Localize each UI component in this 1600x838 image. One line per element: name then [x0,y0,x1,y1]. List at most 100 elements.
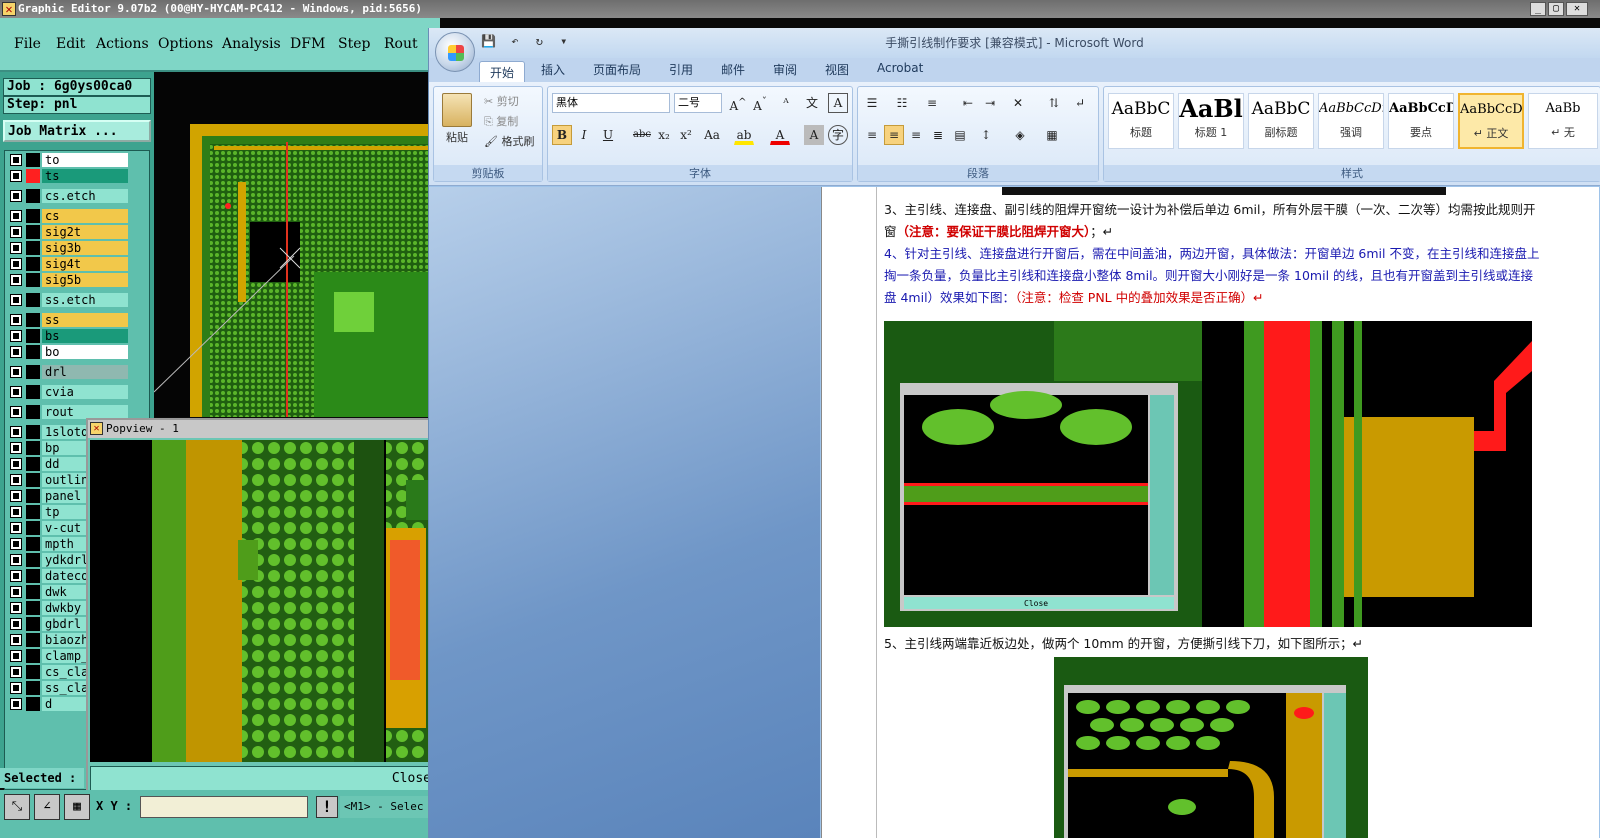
layer-checkbox[interactable] [10,634,22,646]
layer-checkbox[interactable] [10,474,22,486]
layer-checkbox[interactable] [10,190,22,202]
layer-checkbox[interactable] [10,602,22,614]
enclose-char-icon[interactable]: 字 [828,125,848,145]
layer-row-bs[interactable]: bs [8,329,128,343]
graphic-canvas[interactable] [154,72,440,417]
alert-icon[interactable]: ! [316,796,338,818]
layer-checkbox[interactable] [10,258,22,270]
layer-name[interactable]: to [42,153,128,167]
popview-close-button[interactable]: Close [90,766,438,792]
bold-icon[interactable]: B [552,125,572,145]
maximize-icon[interactable]: ▢ [1548,2,1564,16]
layer-name[interactable]: sig5b [42,273,128,287]
layer-row-ss[interactable]: ss [8,313,128,327]
popview-canvas[interactable] [90,440,438,762]
layer-name[interactable]: cs [42,209,128,223]
menu-step[interactable]: Step [338,36,370,52]
show-marks-icon[interactable]: ↵ [1070,93,1090,113]
layer-checkbox[interactable] [10,366,22,378]
layer-row-sig3b[interactable]: sig3b [8,241,128,255]
layer-name[interactable]: rout [42,405,128,419]
figure-solder-mask-opening[interactable]: Close [884,321,1532,627]
layer-name[interactable]: cvia [42,385,128,399]
undo-icon[interactable]: ↶ [511,34,518,48]
layer-name[interactable]: sig3b [42,241,128,255]
style-no-spacing[interactable]: AaBb ↵ 无 [1528,93,1598,149]
strikethrough-icon[interactable]: abc [632,125,652,145]
layer-checkbox[interactable] [10,274,22,286]
layer-checkbox[interactable] [10,682,22,694]
multilevel-list-icon[interactable]: ≡ [922,93,942,113]
layer-row-sig2t[interactable]: sig2t [8,225,128,239]
char-border-icon[interactable]: A [828,93,848,113]
layer-row-drl[interactable]: drl [8,365,128,379]
justify-icon[interactable]: ≣ [928,125,948,145]
shrink-font-icon[interactable]: Aˇ [750,93,770,113]
layer-checkbox[interactable] [10,538,22,550]
layer-name[interactable]: sig4t [42,257,128,271]
grid-icon[interactable]: ▦ [64,794,90,820]
layer-name[interactable]: ss [42,313,128,327]
layer-checkbox[interactable] [10,490,22,502]
style-normal[interactable]: AaBbCcDı ↵ 正文 [1458,93,1524,149]
document-page[interactable]: 3、主引线、连接盘、副引线的阻焊开窗统一设计为补偿后单边 6mil，所有外层干膜… [821,187,1599,838]
layer-checkbox[interactable] [10,406,22,418]
copy-button[interactable]: ⎘ 复制 [484,113,518,129]
sort-icon[interactable]: ⇅ [1044,93,1064,113]
menu-file[interactable]: File [14,36,41,52]
bullets-icon[interactable]: ☰ [862,93,882,113]
layer-checkbox[interactable] [10,522,22,534]
layer-checkbox[interactable] [10,506,22,518]
layer-checkbox[interactable] [10,570,22,582]
layer-row-sig5b[interactable]: sig5b [8,273,128,287]
tab-references[interactable]: 引用 [669,61,693,78]
layer-name[interactable]: sig2t [42,225,128,239]
layer-row-ss.etch[interactable]: ss.etch [8,293,128,307]
font-name-dropdown[interactable]: 黑体 [552,93,670,113]
layer-checkbox[interactable] [10,458,22,470]
customize-qat-icon[interactable]: ▾ [560,34,567,48]
line-spacing-icon[interactable]: ↕ [976,125,996,145]
layer-checkbox[interactable] [10,314,22,326]
layer-checkbox[interactable] [10,154,22,166]
layer-row-cs.etch[interactable]: cs.etch [8,189,128,203]
menu-dfm[interactable]: DFM [290,36,325,52]
office-button[interactable] [435,32,475,72]
layer-checkbox[interactable] [10,442,22,454]
tab-acrobat[interactable]: Acrobat [877,61,923,75]
font-size-dropdown[interactable]: 二号 [674,93,722,113]
layer-name[interactable]: ss.etch [42,293,128,307]
tab-insert[interactable]: 插入 [541,61,565,78]
layer-checkbox[interactable] [10,554,22,566]
job-matrix-button[interactable]: Job Matrix ... [3,120,151,142]
clear-format-icon[interactable]: ᴬ [776,93,796,113]
layer-name[interactable]: bs [42,329,128,343]
superscript-icon[interactable]: x² [676,125,696,145]
underline-icon[interactable]: U [598,125,618,145]
format-painter-button[interactable]: 🖌 格式刷 [484,133,534,149]
layer-name[interactable]: cs.etch [42,189,128,203]
layer-checkbox[interactable] [10,618,22,630]
tab-review[interactable]: 审阅 [773,61,797,78]
layer-name[interactable]: drl [42,365,128,379]
layer-row-cs[interactable]: cs [8,209,128,223]
style-strong[interactable]: AaBbCcD 要点 [1388,93,1454,149]
tab-mailings[interactable]: 邮件 [721,61,745,78]
highlight-icon[interactable]: ab [734,125,754,145]
italic-icon[interactable]: I [574,125,594,145]
cut-button[interactable]: ✂ 剪切 [484,93,519,109]
measure-icon[interactable]: ∠ [34,794,60,820]
align-left-icon[interactable]: ≡ [862,125,882,145]
increase-indent-icon[interactable]: ⇥ [980,93,1000,113]
layer-checkbox[interactable] [10,346,22,358]
layer-row-rout[interactable]: rout [8,405,128,419]
menu-analysis[interactable]: Analysis [222,36,281,52]
change-case-icon[interactable]: Aa [698,125,726,145]
layer-name[interactable]: bo [42,345,128,359]
tab-page-layout[interactable]: 页面布局 [593,61,641,78]
layer-checkbox[interactable] [10,330,22,342]
style-emphasis[interactable]: AaBbCcDı 强调 [1318,93,1384,149]
close-icon[interactable]: ✕ [1566,2,1588,16]
distributed-icon[interactable]: ▤ [950,125,970,145]
save-icon[interactable]: 💾 [481,34,496,48]
